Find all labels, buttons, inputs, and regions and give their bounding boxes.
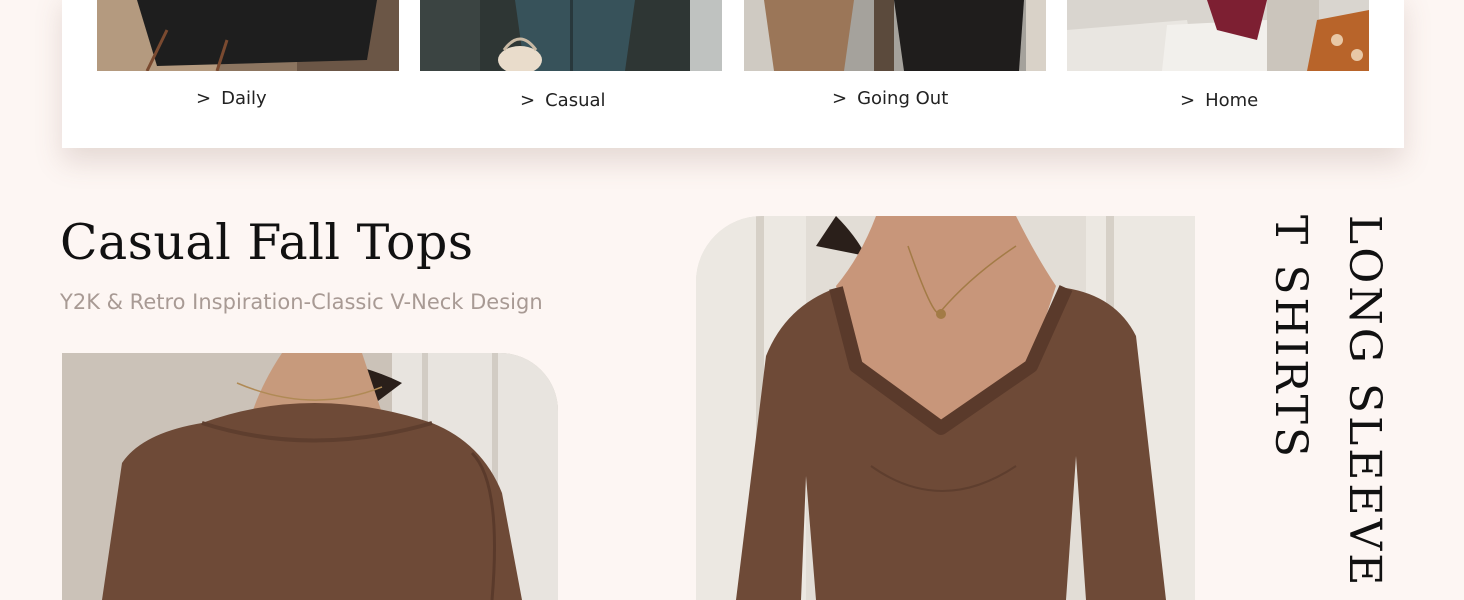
category-link-going-out[interactable]: > Going Out <box>832 88 948 109</box>
section-title: Casual Fall Tops <box>60 214 474 271</box>
section-subtitle: Y2K & Retro Inspiration-Classic V-Neck D… <box>60 290 543 314</box>
chevron-right-icon: > <box>520 90 536 111</box>
home-category-image[interactable] <box>1067 0 1369 71</box>
product-back-view-image <box>62 353 558 600</box>
category-link-casual[interactable]: > Casual <box>520 90 606 111</box>
vertical-heading-long-sleeve: LONG SLEEVE <box>1339 215 1390 589</box>
product-front-view-image <box>696 216 1195 600</box>
occasion-category-card: > Daily > Casual > Going Out > Home <box>62 0 1404 148</box>
vertical-heading-t-shirts: T SHIRTS <box>1265 215 1316 461</box>
casual-category-image[interactable] <box>420 0 722 71</box>
chevron-right-icon: > <box>196 88 212 109</box>
going-out-category-image[interactable] <box>744 0 1046 71</box>
category-link-home[interactable]: > Home <box>1180 90 1258 111</box>
chevron-right-icon: > <box>832 88 848 109</box>
category-link-daily[interactable]: > Daily <box>196 88 267 109</box>
chevron-right-icon: > <box>1180 90 1196 111</box>
daily-category-image[interactable] <box>97 0 399 71</box>
